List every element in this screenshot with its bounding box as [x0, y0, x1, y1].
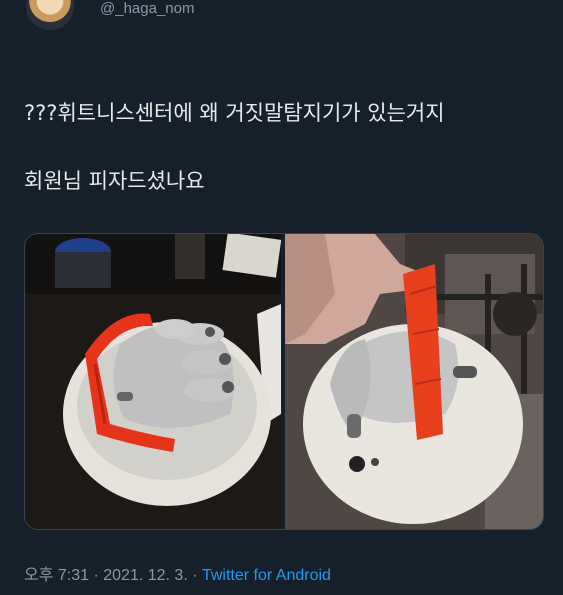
user-handle[interactable]: @_haga_nom: [100, 0, 194, 17]
avatar[interactable]: [24, 0, 76, 32]
tweet-header: @_haga_nom: [24, 0, 544, 32]
tweet-source-link[interactable]: Twitter for Android: [202, 567, 331, 584]
photo-device-table[interactable]: [25, 234, 282, 529]
tweet-date[interactable]: 2021. 12. 3.: [103, 567, 188, 584]
separator: ·: [187, 567, 202, 584]
tweet-line: 회원님 피자드셨나요: [24, 169, 205, 193]
tweet-footer: 오후 7:31 · 2021. 12. 3. · Twitter for And…: [24, 561, 331, 585]
separator: ·: [89, 567, 104, 584]
tweet-line: ???휘트니스센터에 왜 거짓말탐지기가 있는거지: [24, 101, 445, 125]
tweet-time[interactable]: 오후 7:31: [24, 567, 89, 584]
tweet-media[interactable]: [24, 233, 544, 530]
photo-device-gym[interactable]: [285, 234, 543, 529]
photo-device-gym-image: [285, 234, 543, 529]
photo-device-table-image: [25, 234, 282, 529]
